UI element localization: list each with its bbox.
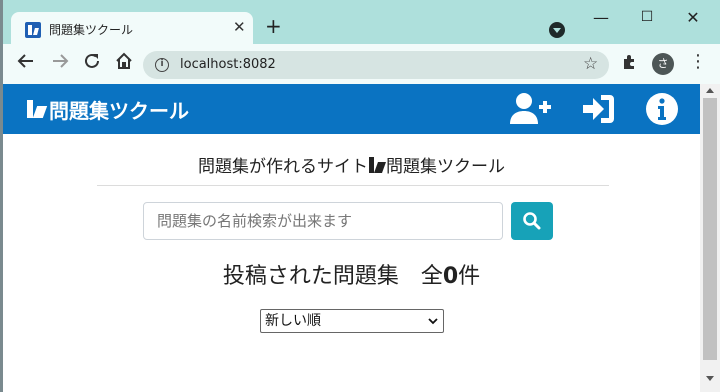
- profile-avatar[interactable]: さ: [652, 53, 674, 75]
- favicon-icon: [25, 22, 41, 38]
- brand-text: 問題集ツクール: [49, 98, 189, 123]
- menu-dots-icon[interactable]: ⋮: [689, 51, 707, 73]
- info-circle-icon[interactable]: [645, 92, 679, 126]
- tab-strip: 問題集ツクール ✕ + — ☐ ✕: [3, 0, 720, 46]
- page-scrollbar[interactable]: [700, 84, 720, 392]
- sort-selected-value: 新しい順: [265, 313, 321, 329]
- web-page: 問題集ツクール 問題集が作れるサイト 問題集ツクール 問題集の名前検索が出来ます…: [3, 84, 700, 392]
- divider: [97, 185, 609, 186]
- scroll-up-icon[interactable]: [706, 88, 714, 93]
- scroll-down-icon[interactable]: [706, 376, 714, 381]
- count-prefix: 投稿された問題集 全: [222, 264, 443, 289]
- tab-close-icon[interactable]: ✕: [233, 18, 246, 36]
- bookmark-star-icon[interactable]: ☆: [583, 54, 598, 74]
- browser-window: 問題集ツクール ✕ + — ☐ ✕ i localhost:8082 ☆ さ ⋮…: [3, 0, 720, 392]
- extensions-icon[interactable]: [621, 54, 637, 74]
- maximize-button[interactable]: ☐: [632, 9, 662, 25]
- brand-logo-icon: [25, 98, 48, 120]
- address-bar[interactable]: i localhost:8082 ☆: [143, 51, 609, 79]
- minimize-button[interactable]: —: [586, 8, 616, 27]
- subtitle-suffix: 問題集ツクール: [386, 157, 505, 177]
- back-icon[interactable]: [17, 52, 35, 74]
- forward-icon[interactable]: [51, 52, 69, 74]
- chevron-down-icon: [428, 310, 438, 339]
- browser-tab[interactable]: 問題集ツクール ✕: [11, 12, 253, 46]
- brand-link[interactable]: 問題集ツクール: [25, 96, 189, 123]
- brand-logo-icon: [368, 156, 387, 174]
- user-plus-icon[interactable]: [509, 92, 553, 126]
- search-input[interactable]: [143, 202, 503, 240]
- url-text: localhost:8082: [180, 57, 276, 72]
- close-window-button[interactable]: ✕: [678, 8, 708, 27]
- subtitle-prefix: 問題集が作れるサイト: [198, 157, 368, 177]
- search-button[interactable]: [511, 202, 553, 240]
- problem-set-count-heading: 投稿された問題集 全0件: [3, 258, 700, 290]
- new-tab-button[interactable]: +: [265, 16, 282, 36]
- sort-order-select[interactable]: 新しい順: [260, 309, 444, 333]
- info-icon[interactable]: i: [155, 58, 169, 72]
- tab-search-icon[interactable]: [549, 22, 565, 38]
- sign-in-icon[interactable]: [581, 92, 617, 126]
- search-icon: [523, 212, 541, 230]
- browser-toolbar: i localhost:8082 ☆ さ ⋮: [3, 44, 720, 84]
- site-subtitle: 問題集が作れるサイト 問題集ツクール: [3, 152, 700, 177]
- scrollbar-thumb[interactable]: [703, 98, 717, 360]
- tab-title: 問題集ツクール: [49, 23, 134, 37]
- site-navbar: 問題集ツクール: [3, 84, 700, 134]
- home-icon[interactable]: [115, 52, 133, 74]
- count-suffix: 件: [458, 264, 481, 289]
- count-value: 0: [442, 264, 459, 289]
- reload-icon[interactable]: [83, 52, 101, 74]
